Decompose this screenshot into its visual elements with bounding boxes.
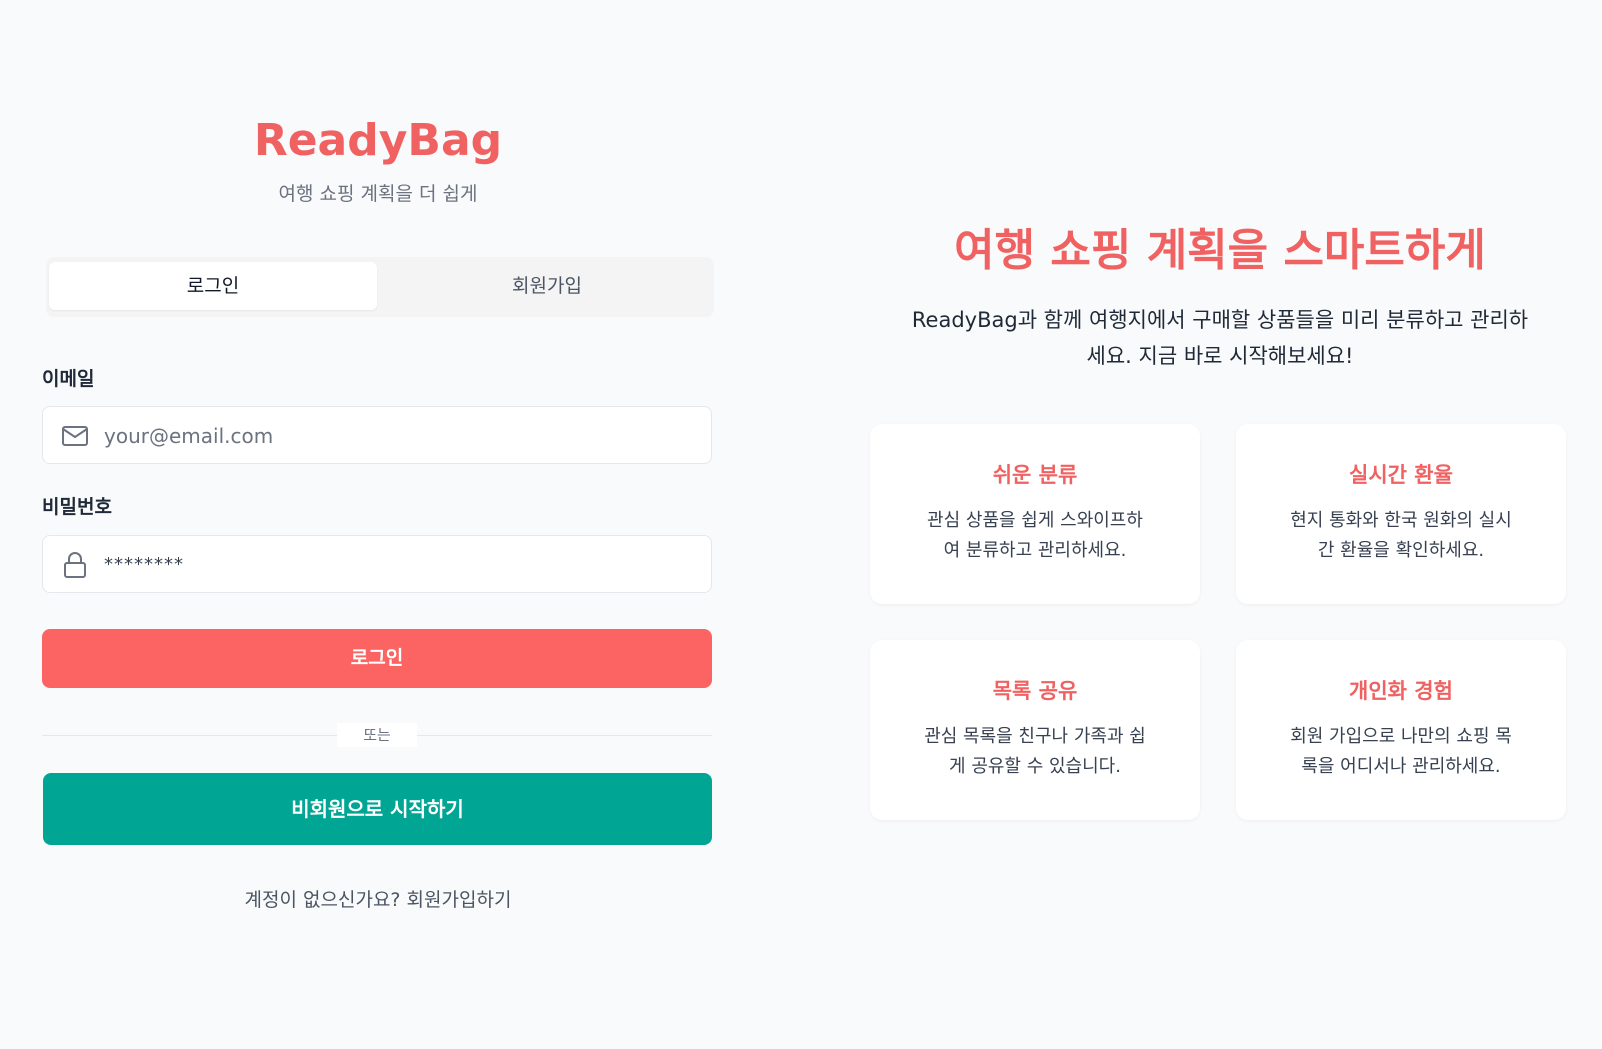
auth-tabs: 로그인 회원가입: [46, 257, 714, 317]
feature-description: 회원 가입으로 나만의 쇼핑 목 록을 어디서나 관리하세요.: [1274, 722, 1528, 782]
password-label: 비밀번호: [42, 496, 112, 518]
lock-icon: [61, 551, 89, 579]
feature-title: 목록 공유: [992, 679, 1078, 703]
guest-start-button[interactable]: 비회원으로 시작하기: [43, 773, 712, 845]
hero-title: 여행 쇼핑 계획을 스마트하게: [954, 225, 1486, 276]
feature-description-line: 관심 목록을 친구나 가족과 쉽: [924, 726, 1146, 747]
signup-hint: 계정이 없으신가요? 회원가입하기: [42, 885, 714, 915]
feature-description-line: 현지 통화와 한국 원화의 실시: [1290, 510, 1512, 531]
hero-description: ReadyBag과 함께 여행지에서 구매할 상품들을 미리 분류하고 관리하 …: [870, 302, 1570, 374]
feature-description-line: 간 환율을 확인하세요.: [1317, 540, 1485, 561]
hero-description-line: ReadyBag과 함께 여행지에서 구매할 상품들을 미리 분류하고 관리하: [911, 308, 1529, 332]
feature-description-line: 회원 가입으로 나만의 쇼핑 목: [1290, 726, 1512, 747]
feature-card-classify: 쉬운 분류 관심 상품을 쉽게 스와이프하 여 분류하고 관리하세요.: [870, 424, 1200, 604]
password-placeholder: ********: [104, 554, 184, 575]
tab-signup[interactable]: 회원가입: [383, 262, 711, 310]
feature-title: 개인화 경험: [1349, 679, 1453, 703]
email-field[interactable]: your@email.com: [42, 406, 712, 464]
mail-icon: [61, 422, 89, 450]
feature-card-personalize: 개인화 경험 회원 가입으로 나만의 쇼핑 목 록을 어디서나 관리하세요.: [1236, 640, 1566, 820]
hero-description-line: 세요. 지금 바로 시작해보세요!: [1086, 344, 1354, 368]
feature-description-line: 여 분류하고 관리하세요.: [943, 540, 1127, 561]
feature-description-line: 게 공유할 수 있습니다.: [949, 756, 1121, 777]
feature-card-share: 목록 공유 관심 목록을 친구나 가족과 쉽 게 공유할 수 있습니다.: [870, 640, 1200, 820]
feature-card-exchange-rate: 실시간 환율 현지 통화와 한국 원화의 실시 간 환율을 확인하세요.: [1236, 424, 1566, 604]
feature-description: 관심 상품을 쉽게 스와이프하 여 분류하고 관리하세요.: [908, 506, 1162, 566]
feature-title: 쉬운 분류: [992, 463, 1078, 487]
email-placeholder: your@email.com: [104, 424, 274, 448]
feature-description-line: 관심 상품을 쉽게 스와이프하: [927, 510, 1143, 531]
brand-logo: ReadyBag: [253, 115, 503, 166]
signup-link[interactable]: 계정이 없으신가요? 회원가입하기: [245, 889, 512, 911]
feature-description: 관심 목록을 친구나 가족과 쉽 게 공유할 수 있습니다.: [908, 722, 1162, 782]
tab-login[interactable]: 로그인: [49, 262, 377, 310]
login-panel: ReadyBag 여행 쇼핑 계획을 더 쉽게 로그인 회원가입 이메일 you…: [42, 0, 714, 1049]
email-label: 이메일: [42, 368, 95, 390]
hero-panel: 여행 쇼핑 계획을 스마트하게 ReadyBag과 함께 여행지에서 구매할 상…: [870, 0, 1570, 1049]
feature-description-line: 록을 어디서나 관리하세요.: [1301, 756, 1501, 777]
divider-or-text: 또는: [337, 723, 417, 747]
password-field[interactable]: ********: [42, 535, 712, 593]
tagline: 여행 쇼핑 계획을 더 쉽게: [278, 183, 478, 205]
feature-title: 실시간 환율: [1349, 463, 1453, 487]
login-button[interactable]: 로그인: [42, 629, 712, 688]
feature-description: 현지 통화와 한국 원화의 실시 간 환율을 확인하세요.: [1274, 506, 1528, 566]
